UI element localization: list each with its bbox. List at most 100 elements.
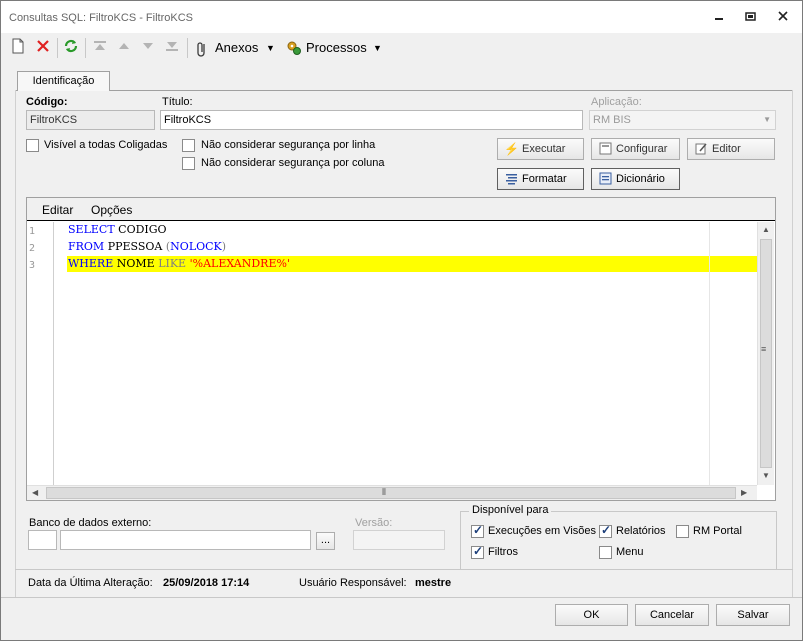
up-arrow-icon <box>119 43 129 49</box>
editor-label: Editor <box>712 143 741 155</box>
menu-checkbox[interactable] <box>599 546 612 559</box>
code-token: LIKE <box>158 257 187 270</box>
code-line[interactable]: SELECT CODIGO <box>68 223 167 236</box>
ok-button[interactable]: OK <box>555 604 628 626</box>
filtros-checkbox[interactable] <box>471 544 484 559</box>
first-record-button[interactable] <box>93 38 107 58</box>
restore-icon <box>745 12 756 21</box>
formatar-button[interactable]: Formatar <box>497 168 584 190</box>
salvar-button[interactable]: Salvar <box>716 604 790 626</box>
code-token: ) <box>221 240 227 253</box>
editor-button[interactable]: Editor <box>687 138 775 160</box>
configure-icon <box>598 142 612 156</box>
line-number: 1 <box>29 226 36 237</box>
down-arrow-icon <box>143 43 153 49</box>
usuario-responsavel-value: mestre <box>415 577 452 589</box>
processos-menu-button[interactable]: Processos ▼ <box>286 38 384 58</box>
dicionario-label: Dicionário <box>616 173 665 185</box>
previous-record-button[interactable] <box>117 38 131 58</box>
next-record-button[interactable] <box>141 38 155 58</box>
code-line[interactable]: FROM PPESSOA (NOLOCK) <box>68 240 226 253</box>
menu-opcoes[interactable]: Opções <box>91 203 132 217</box>
minimize-icon <box>715 18 723 20</box>
refresh-button[interactable] <box>63 38 79 58</box>
code-token: NOLOCK <box>170 240 222 253</box>
disponivel-legend: Disponível para <box>469 504 552 516</box>
relatorios-label: Relatórios <box>616 525 666 537</box>
grip-icon: ≡ <box>761 344 767 354</box>
right-margin-guide <box>709 222 710 485</box>
scroll-right-arrow-icon[interactable]: ▶ <box>741 488 747 497</box>
configurar-button[interactable]: Configurar <box>591 138 680 160</box>
gears-icon <box>287 41 301 55</box>
toolbar-separator <box>57 38 58 58</box>
sql-editor[interactable]: Editar Opções 1 2 3 SELECT CODIGO FROM PP… <box>26 197 776 501</box>
visivel-coligadas-label: Visível a todas Coligadas <box>44 139 168 151</box>
window-title: Consultas SQL: FiltroKCS - FiltroKCS <box>9 12 193 24</box>
browse-button[interactable]: ... <box>316 532 335 550</box>
banco-externo-name-field[interactable] <box>60 530 311 550</box>
code-token: CODIGO <box>114 223 167 236</box>
pencil-document-icon <box>694 142 708 156</box>
seg-coluna-label: Não considerar segurança por coluna <box>201 157 385 169</box>
horizontal-scroll-thumb[interactable] <box>46 487 736 499</box>
code-line[interactable]: WHERE NOME LIKE '%ALEXANDRE%' <box>68 257 290 270</box>
first-arrow-icon <box>94 41 106 50</box>
codigo-field[interactable]: FiltroKCS <box>26 110 155 130</box>
data-alteracao-value: 25/09/2018 17:14 <box>163 577 250 589</box>
banco-externo-label: Banco de dados externo: <box>29 517 152 529</box>
new-document-icon <box>12 38 24 54</box>
refresh-icon <box>64 39 78 53</box>
close-window-button[interactable] <box>768 7 798 29</box>
chevron-down-icon: ▼ <box>266 43 275 53</box>
restore-button[interactable] <box>736 7 766 29</box>
dropdown-arrow-icon: ▼ <box>763 115 771 124</box>
scroll-left-arrow-icon[interactable]: ◀ <box>32 488 38 497</box>
delete-button[interactable] <box>36 38 50 58</box>
titulo-field[interactable]: FiltroKCS <box>160 110 583 130</box>
dictionary-icon <box>598 172 612 186</box>
aplicacao-select[interactable]: RM BIS ▼ <box>589 110 776 130</box>
configurar-label: Configurar <box>616 143 668 155</box>
relatorios-checkbox[interactable] <box>599 523 612 538</box>
data-alteracao-label: Data da Última Alteração: <box>28 577 153 589</box>
toolbar-separator <box>187 38 188 58</box>
filtros-label: Filtros <box>488 546 518 558</box>
last-record-button[interactable] <box>165 38 179 58</box>
new-button[interactable] <box>11 38 25 58</box>
disponivel-group: Disponível para Execuções em Visões Rela… <box>460 504 777 570</box>
code-token: SELECT <box>68 223 115 236</box>
line-number-gutter: 1 2 3 <box>27 222 54 485</box>
execucoes-visoes-checkbox[interactable] <box>471 523 484 538</box>
tab-identificacao[interactable]: Identificação <box>17 71 110 91</box>
versao-label: Versão: <box>355 517 393 529</box>
aplicacao-label: Aplicação: <box>591 96 642 108</box>
scroll-down-arrow-icon[interactable]: ▼ <box>762 471 770 480</box>
title-bar: Consultas SQL: FiltroKCS - FiltroKCS <box>1 1 802 33</box>
banco-externo-code-field[interactable] <box>28 530 57 550</box>
paperclip-icon <box>197 42 205 57</box>
visivel-coligadas-checkbox[interactable] <box>26 139 39 152</box>
seg-linha-checkbox[interactable] <box>182 139 195 152</box>
delete-x-icon <box>37 40 49 52</box>
horizontal-scrollbar[interactable]: ◀ ⦀ ▶ <box>27 485 757 500</box>
lightning-icon: ⚡ <box>504 142 519 156</box>
menu-label: Menu <box>616 546 644 558</box>
format-lines-icon <box>504 172 518 186</box>
minimize-button[interactable] <box>704 7 734 29</box>
seg-linha-label: Não considerar segurança por linha <box>201 139 376 151</box>
scroll-up-arrow-icon[interactable]: ▲ <box>762 225 770 234</box>
vertical-scrollbar[interactable]: ▲ ≡ ▼ <box>757 222 774 485</box>
processos-label: Processos <box>306 40 367 55</box>
toolbar-separator <box>85 38 86 58</box>
seg-coluna-checkbox[interactable] <box>182 157 195 170</box>
formatar-label: Formatar <box>522 173 567 185</box>
menu-editar[interactable]: Editar <box>42 203 73 217</box>
rm-portal-checkbox[interactable] <box>676 525 689 538</box>
executar-button[interactable]: ⚡ Executar <box>497 138 584 160</box>
versao-field[interactable] <box>353 530 445 550</box>
anexos-menu-button[interactable]: Anexos ▼ <box>195 38 277 58</box>
dicionario-button[interactable]: Dicionário <box>591 168 680 190</box>
code-token: PPESSOA <box>104 240 166 253</box>
cancelar-button[interactable]: Cancelar <box>635 604 709 626</box>
